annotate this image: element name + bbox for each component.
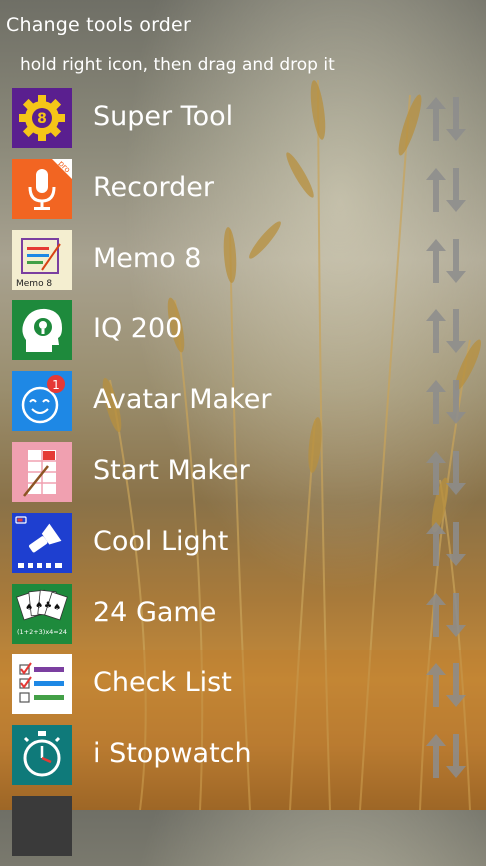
reorder-arrows-icon[interactable]	[424, 661, 468, 709]
list-item: Cool Light	[0, 512, 486, 583]
reorder-arrows-icon[interactable]	[424, 237, 468, 285]
list-item: 8 Super Tool	[0, 87, 486, 158]
brain-head-icon	[12, 300, 72, 361]
svg-text:♠: ♠	[53, 603, 61, 613]
svg-text:8: 8	[37, 111, 47, 127]
tool-label: Super Tool	[93, 101, 234, 132]
reorder-arrows-icon[interactable]	[424, 520, 468, 568]
reorder-arrows-icon[interactable]	[424, 732, 468, 780]
list-item: IQ 200	[0, 299, 486, 370]
list-item: Start Maker	[0, 441, 486, 512]
tool-label: Start Maker	[93, 454, 250, 486]
tool-label: IQ 200	[93, 313, 183, 345]
next-app-icon	[12, 795, 72, 856]
svg-text:♣: ♣	[44, 601, 52, 611]
tool-label: 24 Game	[93, 596, 217, 628]
tool-label: Cool Light	[93, 525, 229, 557]
microphone-icon: pro	[12, 158, 72, 219]
reorder-arrows-icon[interactable]	[424, 166, 468, 214]
notification-badge: 1	[52, 378, 60, 392]
super-tool-icon: 8	[12, 88, 72, 148]
game-tile-text: (1+2+3)x4=24	[17, 628, 67, 636]
list-item: Memo 8 Memo 8	[0, 229, 486, 300]
reorder-arrows-icon[interactable]	[424, 378, 468, 426]
stopwatch-icon	[12, 725, 72, 786]
memo-icon: Memo 8	[12, 229, 72, 290]
list-item: pro Recorder	[0, 158, 486, 229]
list-item: 1 Avatar Maker	[0, 370, 486, 441]
list-item-partial	[0, 795, 486, 866]
list-item: Check List	[0, 653, 486, 724]
reorder-arrows-icon[interactable]	[424, 307, 468, 355]
tool-label: Memo 8	[93, 242, 202, 274]
tool-label: Avatar Maker	[93, 384, 272, 416]
list-item: ♠ ♠ ♣ ♠ (1+2+3)x4=24 24 Game	[0, 583, 486, 654]
tools-list: 8 Super Tool pro Recorder Memo 8 Memo 8 …	[0, 87, 486, 866]
svg-text:♠: ♠	[35, 601, 43, 611]
flashlight-icon	[12, 512, 72, 573]
smiley-icon: 1	[12, 371, 72, 432]
memo-tile-text: Memo 8	[16, 279, 52, 289]
tool-label: i Stopwatch	[93, 738, 252, 770]
list-item: i Stopwatch	[0, 724, 486, 795]
reorder-arrows-icon[interactable]	[424, 95, 468, 143]
grid-paint-icon	[12, 441, 72, 502]
svg-text:♠: ♠	[25, 603, 33, 613]
reorder-arrows-icon[interactable]	[424, 449, 468, 497]
reorder-arrows-icon[interactable]	[424, 591, 468, 639]
tool-label: Check List	[93, 667, 232, 699]
instruction-text: hold right icon, then drag and drop it	[20, 55, 335, 75]
tool-label: Recorder	[93, 171, 214, 203]
checklist-icon	[12, 654, 72, 715]
page-title: Change tools order	[6, 14, 191, 36]
playing-cards-icon: ♠ ♠ ♣ ♠ (1+2+3)x4=24	[12, 583, 72, 644]
